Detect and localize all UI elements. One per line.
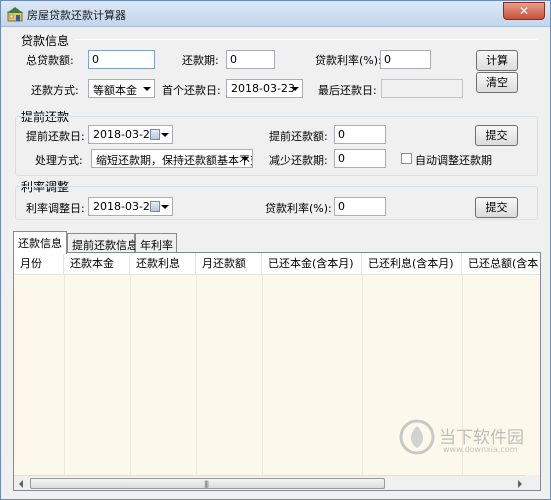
table-header: 月份 还款本金 还款利息 月还款额 已还本金(含本月) 已还利息(含本月) 已还… xyxy=(14,253,540,275)
reduce-period-input[interactable]: 0 xyxy=(334,149,386,168)
column-header-monthly-payment[interactable]: 月还款额 xyxy=(196,253,262,275)
scrollbar-thumb[interactable]: ||| xyxy=(30,478,385,489)
tab-prepay-info[interactable]: 提前还款信息 xyxy=(67,233,138,253)
scroll-right-icon[interactable] xyxy=(518,480,522,488)
window-title: 房屋贷款还款计算器 xyxy=(27,9,126,22)
last-repay-date-field xyxy=(381,79,463,98)
chevron-down-icon xyxy=(161,205,169,209)
rate-adjust-date-value: 2018-03-23 xyxy=(93,200,157,213)
resize-grip-icon[interactable] xyxy=(525,475,540,490)
handling-method-value: 缩短还款期，保持还款额基本不变 xyxy=(96,154,253,167)
loan-rate-label: 贷款利率(%): xyxy=(315,54,382,67)
total-loan-label: 总贷款额: xyxy=(26,54,74,67)
prepay-date-picker[interactable]: 2018-03-23 xyxy=(88,125,173,144)
house-calculator-icon xyxy=(7,7,23,22)
prepay-date-value: 2018-03-23 xyxy=(93,128,157,141)
column-header-paid-total[interactable]: 已还总额(含本 xyxy=(462,253,540,275)
column-divider xyxy=(64,275,65,476)
horizontal-scrollbar[interactable]: ||| xyxy=(14,475,540,490)
column-divider xyxy=(196,275,197,476)
reduce-period-label: 减少还款期: xyxy=(269,154,328,167)
repay-period-label: 还款期: xyxy=(182,54,219,67)
watermark-logo-icon xyxy=(399,419,435,455)
close-button[interactable]: ✕ xyxy=(503,2,545,20)
last-repay-date-label: 最后还款日: xyxy=(318,84,377,97)
total-loan-input[interactable]: 0 xyxy=(88,50,155,69)
prepay-amount-input[interactable]: 0 xyxy=(334,125,386,144)
repay-method-label: 还款方式: xyxy=(31,84,79,97)
tab-annual-rate[interactable]: 年利率 xyxy=(135,233,177,253)
clear-button[interactable]: 清空 xyxy=(476,72,518,93)
auto-adjust-checkbox[interactable] xyxy=(401,153,412,164)
loan-info-divider xyxy=(75,39,537,40)
column-divider xyxy=(362,275,363,476)
repay-method-select[interactable]: 等额本金 xyxy=(88,79,155,98)
calendar-icon xyxy=(150,201,160,212)
column-header-interest[interactable]: 还款利息 xyxy=(130,253,196,275)
watermark-url: www.downxia.com xyxy=(443,445,518,454)
prepay-submit-button[interactable]: 提交 xyxy=(475,125,518,146)
grip-icon: ||| xyxy=(204,480,209,488)
first-repay-date-value: 2018-03-23 xyxy=(231,82,295,95)
calculate-button[interactable]: 计算 xyxy=(476,50,518,71)
app-window: 房屋贷款还款计算器 ✕ 贷款信息 总贷款额: 0 还款期: 0 贷款利率(%):… xyxy=(0,0,551,500)
first-repay-date-select[interactable]: 2018-03-23 xyxy=(226,79,303,98)
close-icon: ✕ xyxy=(518,4,530,18)
chevron-down-icon xyxy=(291,87,299,91)
chevron-down-icon xyxy=(143,87,151,91)
auto-adjust-label: 自动调整还款期 xyxy=(415,154,492,167)
column-divider xyxy=(262,275,263,476)
repay-period-input[interactable]: 0 xyxy=(226,50,275,69)
prepay-date-label: 提前还款日: xyxy=(26,130,85,143)
loan-info-group-title: 贷款信息 xyxy=(21,34,70,48)
loan-rate-input[interactable]: 0 xyxy=(380,50,431,69)
rate-adjust-date-picker[interactable]: 2018-03-23 xyxy=(88,197,173,216)
first-repay-date-label: 首个还款日: xyxy=(162,84,221,97)
scroll-left-icon[interactable] xyxy=(19,480,23,488)
prepay-amount-label: 提前还款额: xyxy=(269,130,328,143)
column-divider xyxy=(130,275,131,476)
new-rate-label: 贷款利率(%): xyxy=(265,202,332,215)
rate-adjust-submit-button[interactable]: 提交 xyxy=(475,197,518,218)
column-header-paid-interest[interactable]: 已还利息(含本月) xyxy=(362,253,462,275)
column-header-principal[interactable]: 还款本金 xyxy=(64,253,130,275)
handling-method-select[interactable]: 缩短还款期，保持还款额基本不变 xyxy=(91,149,253,168)
column-header-paid-principal[interactable]: 已还本金(含本月) xyxy=(262,253,362,275)
handling-method-label: 处理方式: xyxy=(35,154,83,167)
title-bar[interactable]: 房屋贷款还款计算器 ✕ xyxy=(1,1,550,27)
new-rate-input[interactable]: 0 xyxy=(334,197,386,216)
chevron-down-icon xyxy=(161,133,169,137)
calendar-icon xyxy=(150,129,160,140)
repay-method-value: 等额本金 xyxy=(93,84,137,97)
repayment-table[interactable]: 月份 还款本金 还款利息 月还款额 已还本金(含本月) 已还利息(含本月) 已还… xyxy=(13,252,541,491)
watermark: 当下软件园 www.downxia.com xyxy=(399,419,524,458)
tab-repayment-info[interactable]: 还款信息 xyxy=(13,231,67,254)
rate-adjust-date-label: 利率调整日: xyxy=(26,202,85,215)
chevron-down-icon xyxy=(241,157,249,161)
column-header-month[interactable]: 月份 xyxy=(14,253,64,275)
